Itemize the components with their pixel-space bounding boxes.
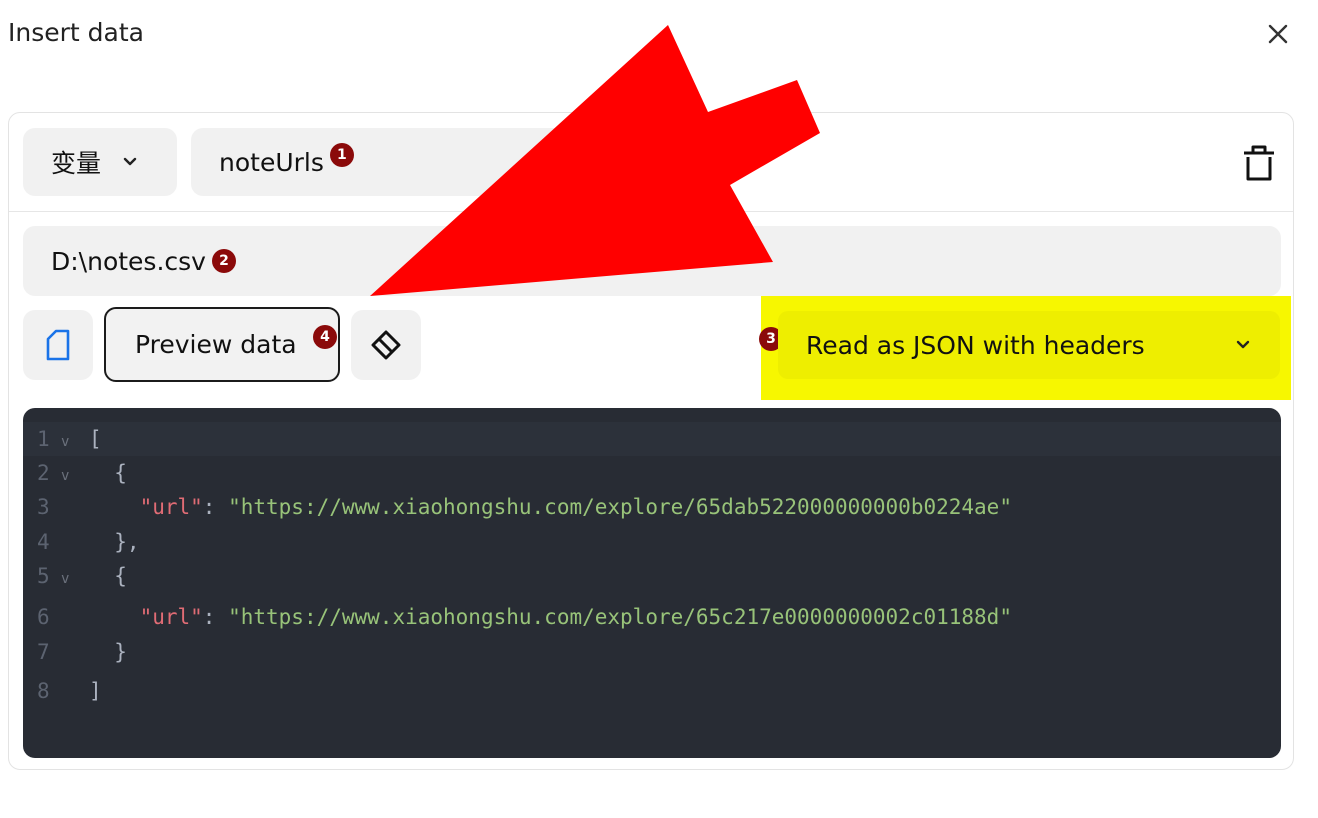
annotation-badge-1: 1	[329, 143, 354, 167]
chevron-down-icon	[123, 157, 137, 166]
variable-type-select[interactable]: 变量	[23, 128, 177, 196]
active-line	[23, 422, 1281, 456]
variable-type-label: 变量	[51, 149, 102, 178]
code-text: },	[89, 530, 140, 554]
variable-name-field[interactable]: noteUrls 1	[191, 128, 621, 196]
file-icon	[46, 329, 70, 361]
json-preview-editor[interactable]: 1 v [ 2 v { 3 "url": "https://www.xiaoho…	[23, 408, 1281, 758]
file-path-value: D:\notes.csv	[51, 246, 206, 276]
json-key: "url"	[139, 495, 203, 519]
code-text: {	[89, 461, 127, 485]
line-number: 4	[37, 530, 50, 554]
line-number: 2	[37, 461, 50, 485]
line-number: 1	[37, 427, 50, 451]
line-number: 8	[37, 679, 50, 703]
divider	[9, 211, 1293, 212]
fold-marker[interactable]: v	[61, 571, 69, 587]
code-text: ]	[89, 679, 102, 703]
read-mode-select[interactable]: Read as JSON with headers	[778, 311, 1280, 379]
code-text: "url": "https://www.xiaohongshu.com/expl…	[89, 495, 1012, 519]
close-icon[interactable]	[1262, 18, 1294, 50]
json-separator: :	[202, 495, 229, 519]
annotation-badge-2: 2	[211, 249, 236, 273]
code-text: [	[89, 427, 102, 451]
trash-icon[interactable]	[1240, 144, 1278, 184]
clear-button[interactable]	[351, 310, 421, 380]
dialog-title: Insert data	[8, 18, 144, 47]
line-number: 5	[37, 564, 50, 588]
line-number: 6	[37, 605, 50, 629]
line-number: 7	[37, 640, 50, 664]
code-text: "url": "https://www.xiaohongshu.com/expl…	[89, 605, 1012, 629]
json-string: "https://www.xiaohongshu.com/explore/65c…	[228, 605, 1012, 629]
json-key: "url"	[139, 605, 203, 629]
annotation-badge-4: 4	[313, 325, 337, 349]
select-file-button[interactable]	[23, 310, 93, 380]
code-text: }	[89, 640, 127, 664]
fold-marker[interactable]: v	[61, 468, 69, 484]
line-number: 3	[37, 495, 50, 519]
code-text: {	[89, 564, 127, 588]
json-separator: :	[202, 605, 229, 629]
fold-marker[interactable]: v	[61, 434, 69, 450]
chevron-down-icon	[1236, 340, 1250, 349]
file-path-field[interactable]: D:\notes.csv 2	[23, 226, 1281, 296]
variable-name-value: noteUrls	[219, 147, 324, 177]
json-string: "https://www.xiaohongshu.com/explore/65d…	[228, 495, 1012, 519]
read-mode-value: Read as JSON with headers	[806, 330, 1145, 360]
eraser-icon	[371, 330, 401, 360]
preview-data-label: Preview data	[135, 330, 297, 359]
preview-data-button[interactable]: Preview data	[104, 307, 340, 382]
